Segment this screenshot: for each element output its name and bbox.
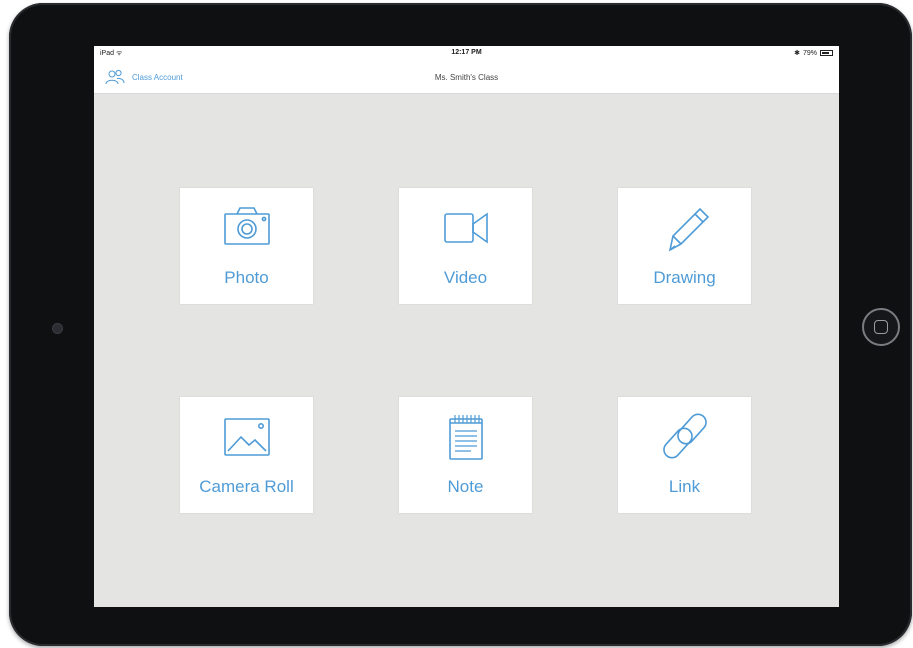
link-tile[interactable]: Link [618, 397, 751, 513]
status-time: 12:17 PM [451, 49, 482, 56]
camera-icon [223, 207, 270, 245]
camera-roll-label: Camera Roll [199, 477, 294, 496]
front-camera [52, 323, 63, 334]
camera-roll-tile[interactable]: Camera Roll [180, 397, 313, 513]
app-screen: iPad ᯤ 12:17 PM ✱ 79% Class Account Ms. … [94, 46, 839, 607]
note-tile[interactable]: Note [399, 397, 532, 513]
battery-indicator: ✱ 79% [794, 49, 833, 57]
status-bar: iPad ᯤ 12:17 PM ✱ 79% [94, 46, 839, 62]
home-button[interactable] [862, 308, 900, 346]
pencil-icon [668, 207, 709, 252]
video-label: Video [443, 268, 488, 287]
home-button-square-icon [874, 320, 888, 334]
navigation-bar: Class Account Ms. Smith's Class [94, 62, 839, 94]
battery-percent: 79% [802, 49, 817, 57]
drawing-tile[interactable]: Drawing [618, 188, 751, 304]
chain-link-icon [662, 413, 707, 459]
class-title: Ms. Smith's Class [434, 73, 499, 82]
photo-tile[interactable]: Photo [180, 188, 313, 304]
bluetooth-icon: ✱ [794, 50, 800, 57]
video-tile[interactable]: Video [399, 188, 532, 304]
link-label: Link [668, 477, 701, 496]
battery-icon [820, 50, 833, 56]
photo-label: Photo [224, 268, 269, 287]
notepad-icon [448, 415, 483, 460]
video-camera-icon [443, 212, 488, 244]
note-label: Note [447, 477, 484, 496]
drawing-label: Drawing [653, 268, 716, 287]
image-icon [223, 418, 270, 456]
